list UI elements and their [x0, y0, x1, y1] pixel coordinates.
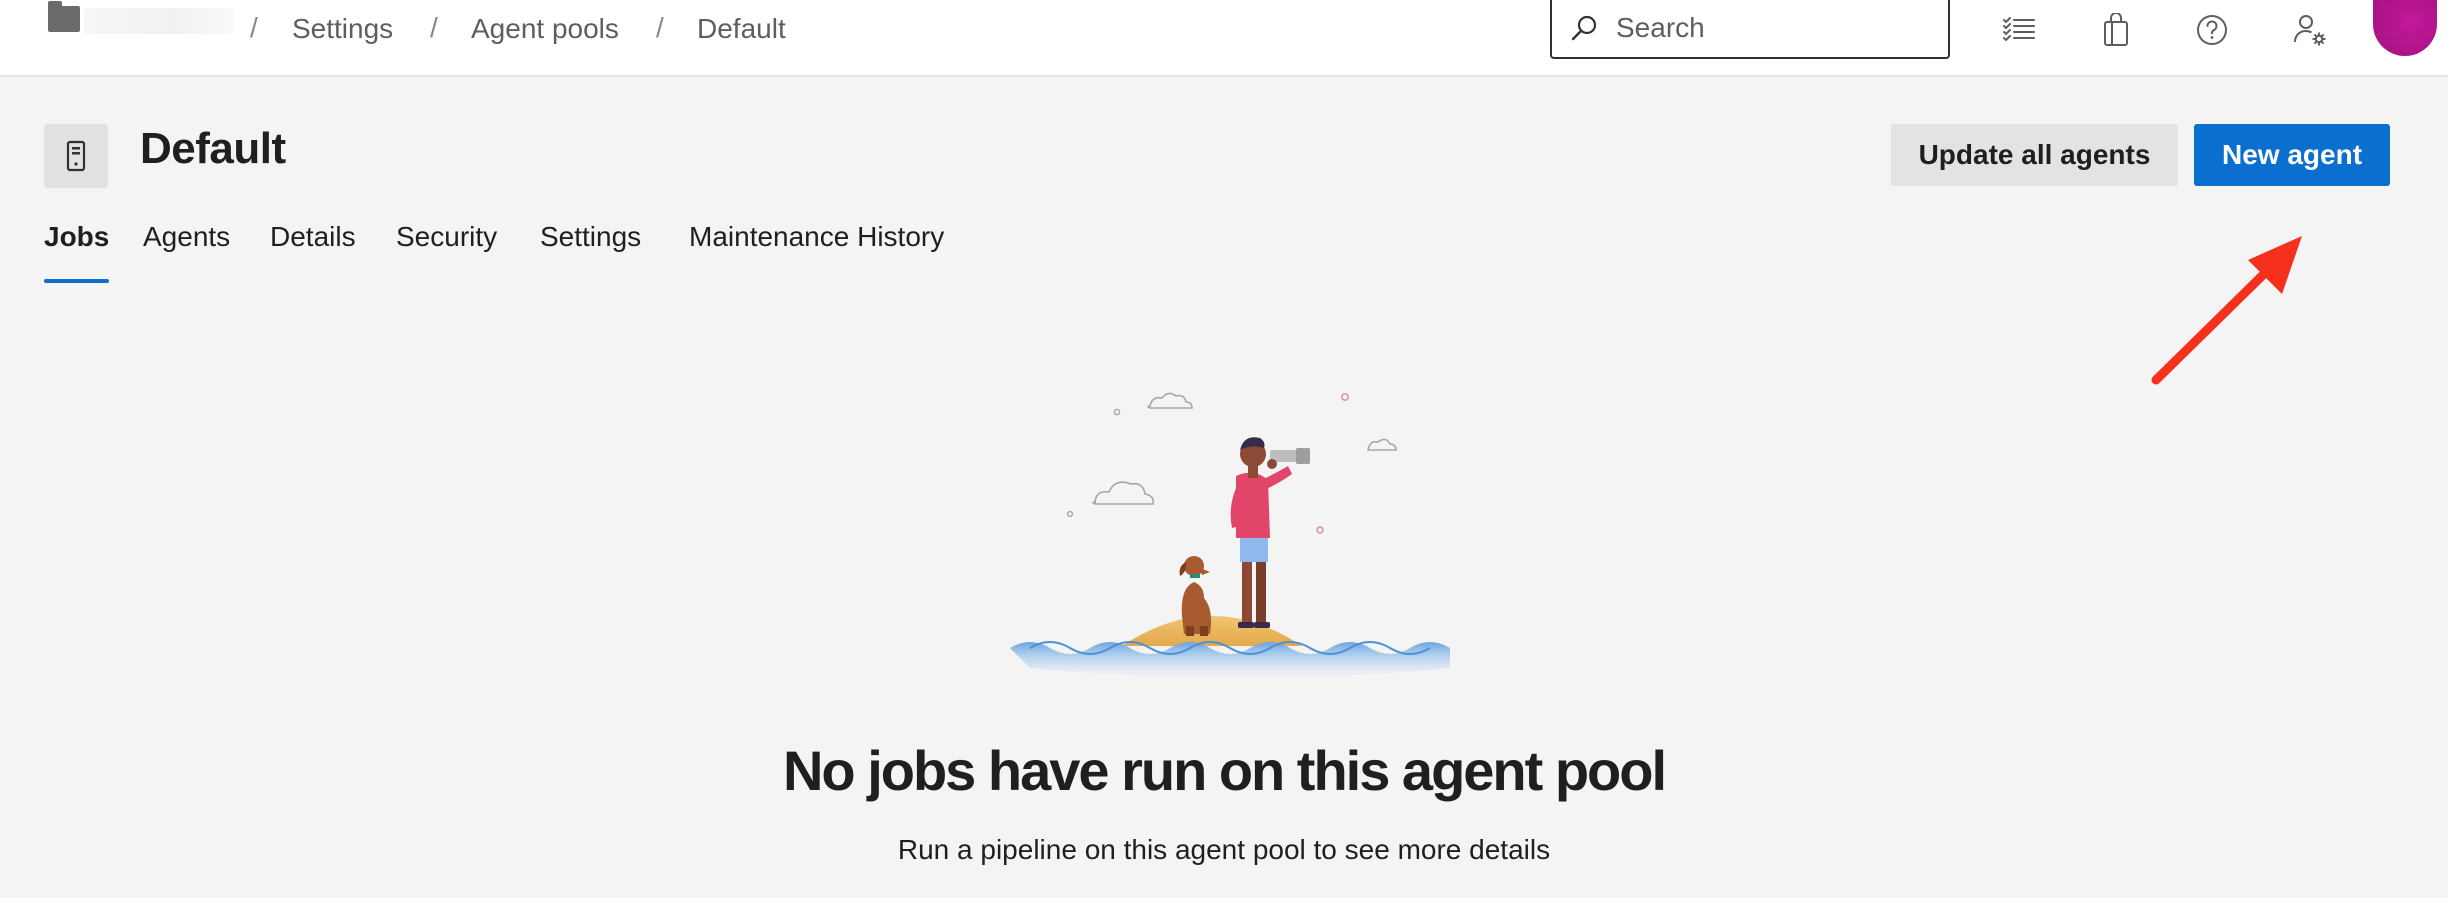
breadcrumb-separator: /	[430, 12, 438, 43]
search-icon	[1571, 15, 1597, 41]
active-tab-indicator	[44, 279, 109, 283]
tab-settings[interactable]: Settings	[540, 221, 641, 253]
work-items-list-icon[interactable]	[1999, 10, 2039, 50]
update-all-agents-button[interactable]: Update all agents	[1891, 124, 2178, 186]
empty-state-illustration	[1010, 392, 1450, 678]
breadcrumb-separator: /	[656, 12, 664, 43]
tab-jobs[interactable]: Jobs	[44, 221, 109, 253]
empty-state-title: No jobs have run on this agent pool	[782, 739, 1667, 802]
breadcrumb-agent-pools[interactable]: Agent pools	[471, 13, 619, 45]
top-bar: / Settings / Agent pools / Default	[0, 0, 2448, 77]
organization-logo-icon[interactable]	[48, 1, 80, 32]
organization-name-redacted[interactable]	[84, 8, 234, 34]
breadcrumb-default[interactable]: Default	[697, 13, 786, 45]
tab-maintenance-history[interactable]: Maintenance History	[689, 221, 944, 253]
avatar[interactable]	[2373, 0, 2437, 56]
user-settings-icon[interactable]	[2290, 10, 2330, 50]
tab-agents[interactable]: Agents	[143, 221, 230, 253]
tab-security[interactable]: Security	[396, 221, 497, 253]
tab-details[interactable]: Details	[270, 221, 356, 253]
new-agent-button[interactable]: New agent	[2194, 124, 2390, 186]
empty-state-subtitle: Run a pipeline on this agent pool to see…	[897, 834, 1551, 865]
marketplace-bag-icon[interactable]	[2096, 10, 2136, 50]
page-title: Default	[140, 124, 286, 173]
breadcrumb-settings[interactable]: Settings	[292, 13, 393, 45]
annotation-arrow-icon	[2151, 236, 2302, 385]
search-input[interactable]	[1616, 10, 1936, 46]
search-box[interactable]	[1550, 0, 1950, 59]
agent-pool-icon	[44, 124, 108, 188]
help-icon[interactable]	[2192, 10, 2232, 50]
breadcrumb-separator: /	[250, 12, 258, 43]
